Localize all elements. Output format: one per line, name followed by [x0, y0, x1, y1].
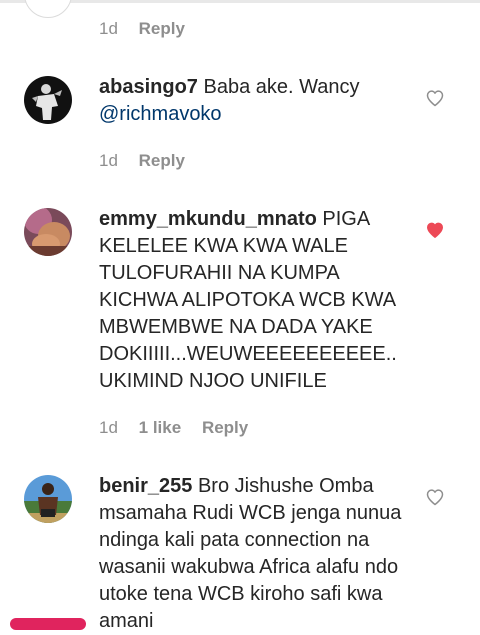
- avatar[interactable]: [24, 76, 72, 124]
- comment-body: emmy_mkundu_mnato PIGA KELELEE KWA KWA W…: [99, 206, 409, 395]
- avatar[interactable]: [24, 0, 72, 18]
- comment-mention[interactable]: @richmavoko: [99, 103, 222, 125]
- top-divider: [0, 0, 480, 3]
- comment-body: benir_255 Bro Jishushe Omba msamaha Rudi…: [99, 473, 409, 635]
- avatar[interactable]: [24, 475, 72, 523]
- comment-meta: 1d Reply: [99, 151, 185, 171]
- heart-filled-icon[interactable]: [425, 220, 445, 240]
- comment-text: Baba ake. Wancy: [203, 76, 360, 98]
- avatar[interactable]: [24, 208, 72, 256]
- reply-button[interactable]: Reply: [139, 19, 185, 39]
- comment-time: 1d: [99, 151, 118, 170]
- comment-time: 1d: [99, 19, 118, 38]
- comment-username[interactable]: emmy_mkundu_mnato: [99, 208, 317, 230]
- likes-count[interactable]: 1 like: [139, 418, 182, 438]
- heart-outline-icon[interactable]: [425, 88, 445, 108]
- reply-button[interactable]: Reply: [202, 418, 248, 438]
- comment-username[interactable]: abasingo7: [99, 76, 198, 98]
- reply-button[interactable]: Reply: [139, 151, 185, 171]
- comment-text: PIGA KELELEE KWA KWA WALE TULOFURAHII NA…: [99, 208, 397, 392]
- comment-body: abasingo7 Baba ake. Wancy @richmavoko: [99, 74, 409, 128]
- comment-meta: 1d Reply: [99, 19, 185, 39]
- comment-text: Bro Jishushe Omba msamaha Rudi WCB jenga…: [99, 475, 402, 632]
- comment-time: 1d: [99, 418, 118, 437]
- comment-username[interactable]: benir_255: [99, 475, 192, 497]
- heart-outline-icon[interactable]: [425, 487, 445, 507]
- comment-meta: 1d 1 like Reply: [99, 418, 248, 438]
- bottom-nav-indicator: [10, 618, 86, 630]
